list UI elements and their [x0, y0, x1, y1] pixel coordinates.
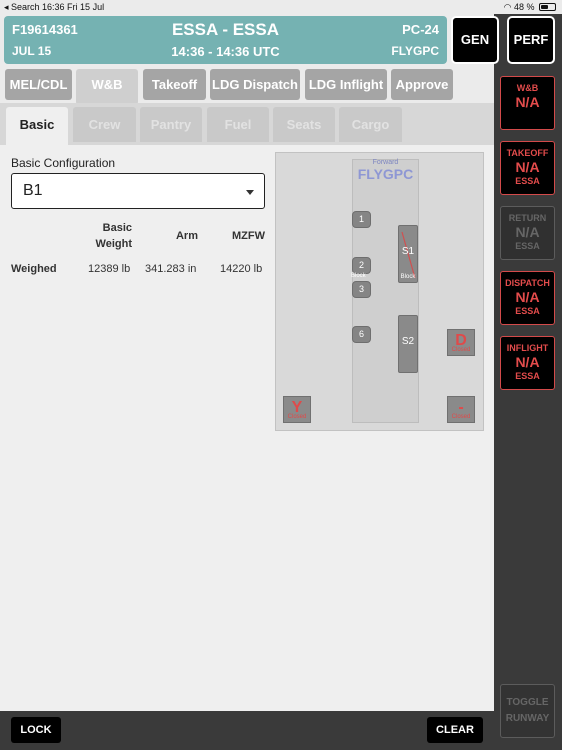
perf-button[interactable]: PERF [507, 16, 555, 64]
status-dispatch-airport: ESSA [515, 306, 540, 316]
door-d-box[interactable]: D Closed [447, 329, 475, 356]
brand-logo: FLYGPC [357, 166, 414, 182]
basic-config-value: B1 [23, 182, 43, 199]
header-mzfw: MZFW [232, 230, 265, 242]
tab-ldg-inflight[interactable]: LDG Inflight [305, 69, 387, 100]
s2-block[interactable]: S2 [398, 315, 418, 373]
status-dispatch[interactable]: DISPATCH N/A ESSA [500, 271, 555, 325]
subtab-basic[interactable]: Basic [6, 107, 68, 145]
tab-takeoff[interactable]: Takeoff [143, 69, 206, 100]
basic-config-select[interactable]: B1 [11, 173, 265, 209]
s2-label: S2 [401, 336, 415, 347]
bottom-bar [0, 711, 494, 750]
seat-1[interactable]: 1 [352, 211, 371, 228]
status-bar: ◂ Search 16:36 Fri 15 Jul ◠ 48 % [0, 0, 562, 14]
subtab-pantry[interactable]: Pantry [140, 107, 202, 142]
aircraft-seat-diagram: Forward FLYGPC 1 2 Block 3 6 S1 Block S2 … [275, 152, 484, 431]
status-takeoff-value: N/A [515, 159, 540, 175]
subtab-cargo[interactable]: Cargo [339, 107, 402, 142]
status-takeoff-title: TAKEOFF [506, 148, 549, 158]
status-takeoff[interactable]: TAKEOFF N/A ESSA [500, 141, 555, 195]
status-dispatch-value: N/A [515, 289, 540, 305]
flight-header[interactable]: F19614361 JUL 15 ESSA - ESSA 14:36 - 14:… [4, 16, 447, 64]
tab-mel-cdl[interactable]: MEL/CDL [5, 69, 72, 100]
status-wb[interactable]: W&B N/A [500, 76, 555, 130]
status-inflight-airport: ESSA [515, 371, 540, 381]
status-bar-right: ◠ 48 % [504, 2, 556, 13]
s1-block[interactable]: S1 Block [398, 225, 418, 283]
subtab-crew[interactable]: Crew [73, 107, 136, 142]
status-return-airport: ESSA [515, 241, 540, 251]
door-dash-box[interactable]: - Closed [447, 396, 475, 423]
basic-config-label: Basic Configuration [11, 156, 116, 170]
door-y-status: Closed [287, 414, 307, 420]
door-d-status: Closed [451, 347, 471, 353]
subtab-seats[interactable]: Seats [273, 107, 335, 142]
row-arm: 341.283 in [145, 263, 197, 275]
tab-wb[interactable]: W&B [76, 69, 138, 105]
aircraft-registration: FLYGPC [391, 44, 439, 58]
s1-block-tag: Block [400, 274, 416, 280]
row-mzfw: 14220 lb [220, 263, 263, 275]
status-inflight[interactable]: INFLIGHT N/A ESSA [500, 336, 555, 390]
subtab-fuel[interactable]: Fuel [207, 107, 269, 142]
door-dash-status: Closed [451, 414, 471, 420]
seat-2[interactable]: 2 Block [351, 257, 371, 279]
header-basic-weight: Basic Weight [95, 222, 132, 250]
status-wb-title: W&B [516, 83, 539, 93]
battery-icon [539, 3, 556, 11]
tab-ldg-dispatch[interactable]: LDG Dispatch [210, 69, 300, 100]
status-return-title: RETURN [508, 213, 547, 223]
status-inflight-value: N/A [515, 354, 540, 370]
flight-time: 14:36 - 14:36 UTC [171, 44, 280, 59]
status-return[interactable]: RETURN N/A ESSA [500, 206, 555, 260]
flight-route: ESSA - ESSA [171, 20, 280, 39]
status-wb-value: N/A [515, 94, 540, 110]
status-bar-left: ◂ Search 16:36 Fri 15 Jul [4, 2, 105, 12]
status-takeoff-airport: ESSA [515, 176, 540, 186]
seat-3-label: 3 [358, 284, 364, 294]
row-label: Weighed [11, 263, 57, 275]
lock-button[interactable]: LOCK [11, 717, 61, 743]
status-inflight-title: INFLIGHT [506, 343, 549, 353]
forward-label: Forward [372, 159, 399, 166]
wifi-icon: ◠ [503, 2, 512, 12]
toggle-runway-button[interactable]: TOGGLE RUNWAY [500, 684, 555, 738]
gen-button[interactable]: GEN [451, 16, 499, 64]
seat-1-label: 1 [358, 214, 364, 224]
row-basic-weight: 12389 lb [88, 263, 131, 275]
header-arm: Arm [175, 230, 198, 242]
battery-percent: 48 % [513, 2, 535, 12]
aircraft-type: PC-24 [402, 22, 439, 37]
tab-approve[interactable]: Approve [391, 69, 453, 100]
seat-6[interactable]: 6 [352, 326, 371, 343]
status-dispatch-title: DISPATCH [505, 278, 550, 288]
seat-3[interactable]: 3 [352, 281, 371, 298]
status-return-value: N/A [515, 224, 540, 240]
door-y-box[interactable]: Y Closed [283, 396, 311, 423]
seat-6-label: 6 [358, 329, 364, 339]
chevron-down-icon [246, 190, 254, 195]
clear-button[interactable]: CLEAR [427, 717, 483, 743]
s1-label: S1 [401, 246, 415, 257]
